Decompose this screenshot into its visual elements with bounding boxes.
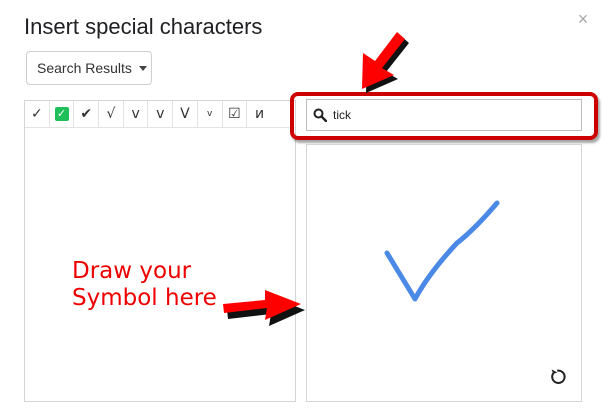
annotation-arrow [223,290,305,326]
annotation-arrows [223,32,409,326]
annotation-arrow [362,32,409,93]
insert-special-characters-dialog: Insert special characters × Search Resul… [0,0,606,420]
